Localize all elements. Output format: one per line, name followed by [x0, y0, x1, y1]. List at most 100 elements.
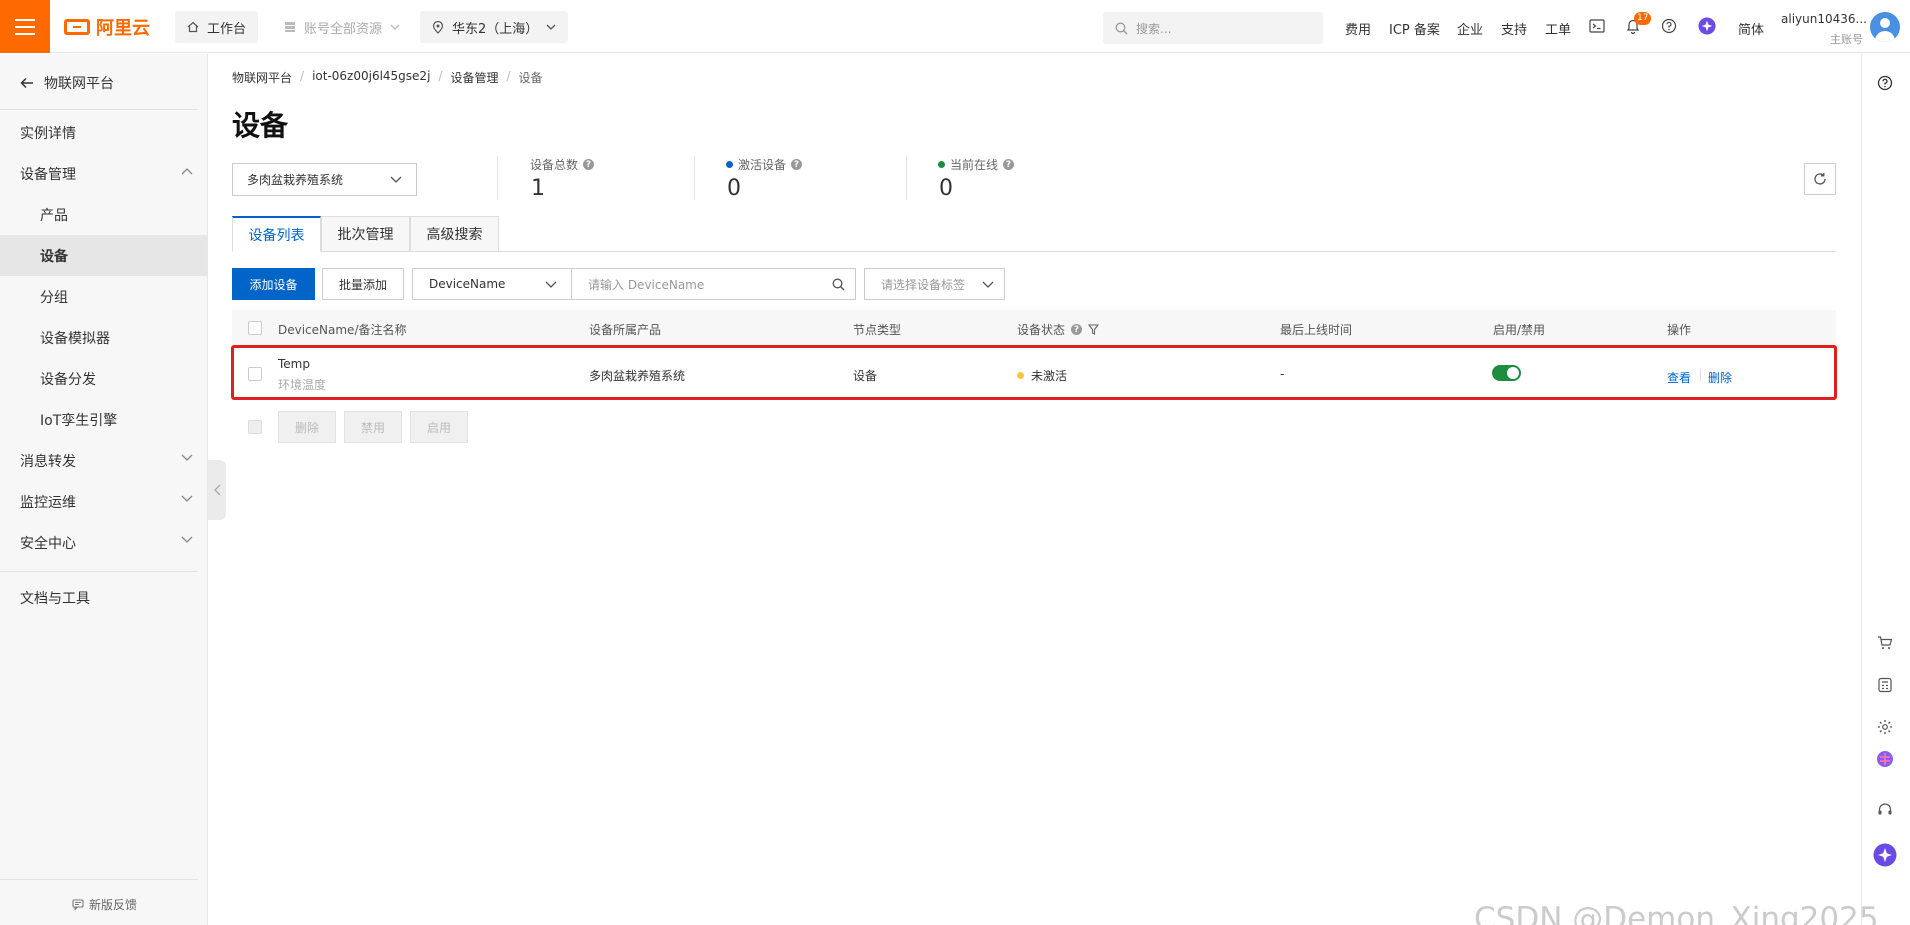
brain-icon[interactable]	[1876, 750, 1894, 768]
sidebar-divider	[0, 879, 198, 880]
batch-add-button[interactable]: 批量添加	[322, 268, 404, 300]
tab-device-list[interactable]: 设备列表	[232, 216, 321, 252]
sidebar-item-label: IoT孪生引擎	[40, 412, 118, 429]
sidebar-item-label: 安全中心	[20, 535, 76, 552]
add-device-button[interactable]: 添加设备	[232, 268, 315, 300]
ai-assistant-icon[interactable]	[1698, 17, 1716, 35]
notification-badge: 17	[1634, 12, 1652, 25]
table-header: DeviceName/备注名称 设备所属产品 节点类型 设备状态 ? 最后上线时…	[232, 310, 1836, 346]
sidebar-item-message-forwarding[interactable]: 消息转发	[0, 440, 207, 481]
help-icon[interactable]: ?	[791, 159, 803, 170]
sidebar-item-device-management[interactable]: 设备管理	[0, 153, 207, 194]
gear-icon[interactable]	[1876, 718, 1894, 736]
sidebar-item-label: 产品	[40, 207, 68, 224]
top-link-icp[interactable]: ICP 备案	[1389, 19, 1440, 38]
sidebar-item-device[interactable]: 设备	[0, 235, 207, 276]
column-header-node-type: 节点类型	[853, 323, 902, 337]
sidebar-back-link[interactable]: 物联网平台	[20, 73, 114, 93]
chevron-down-icon	[181, 454, 193, 461]
sidebar-item-product[interactable]: 产品	[0, 194, 207, 235]
tab-bar: 设备列表 批次管理 高级搜索	[232, 216, 1836, 252]
device-tag-select[interactable]: 请选择设备标签	[864, 268, 1005, 300]
refresh-button[interactable]	[1804, 163, 1836, 195]
help-icon[interactable]	[1876, 74, 1894, 92]
device-search-input[interactable]: 请输入 DeviceName	[571, 268, 856, 300]
select-all-checkbox[interactable]	[248, 321, 262, 335]
sidebar-item-device-distribution[interactable]: 设备分发	[0, 358, 207, 399]
account-resources-select[interactable]: 账号全部资源	[272, 11, 412, 43]
product-select[interactable]: 多肉盆栽养殖系统	[232, 163, 417, 196]
region-label: 华东2（上海）	[452, 21, 539, 37]
column-header-device-name: DeviceName/备注名称	[278, 323, 407, 337]
avatar[interactable]	[1870, 12, 1900, 42]
chevron-down-icon	[545, 281, 557, 288]
top-link-support[interactable]: 支持	[1501, 19, 1527, 38]
chevron-left-icon	[213, 484, 220, 496]
top-link-billing[interactable]: 费用	[1345, 19, 1371, 38]
user-role: 主账号	[1830, 33, 1863, 46]
logo-text: 阿里云	[96, 18, 150, 39]
breadcrumb: 物联网平台 / iot-06z00j6l45gse2j / 设备管理 / 设备	[232, 69, 543, 86]
right-rail	[1861, 54, 1910, 925]
sidebar-item-device-simulator[interactable]: 设备模拟器	[0, 317, 207, 358]
feedback-link[interactable]: 新版反馈	[72, 896, 137, 913]
chevron-down-icon	[982, 281, 994, 288]
stat-online-label: 当前在线 ?	[938, 156, 1015, 173]
user-name[interactable]: aliyun10436...	[1781, 12, 1867, 26]
stat-divider	[497, 156, 498, 200]
bulk-select-checkbox[interactable]	[248, 420, 262, 434]
sidebar-item-label: 文档与工具	[20, 590, 90, 607]
ai-assistant-icon[interactable]	[1873, 843, 1897, 867]
sidebar-collapse-handle[interactable]	[208, 460, 226, 520]
global-search-placeholder: 搜索...	[1136, 21, 1172, 36]
top-link-enterprise[interactable]: 企业	[1457, 19, 1483, 38]
workbench-label: 工作台	[207, 21, 247, 37]
device-tag-placeholder: 请选择设备标签	[881, 277, 966, 292]
column-header-actions: 操作	[1667, 323, 1692, 337]
chevron-down-icon	[181, 536, 193, 543]
filter-icon[interactable]	[1088, 324, 1100, 335]
sidebar-item-monitoring[interactable]: 监控运维	[0, 481, 207, 522]
region-select[interactable]: 华东2（上海）	[420, 11, 569, 43]
account-resources-label: 账号全部资源	[304, 21, 383, 37]
breadcrumb-item[interactable]: iot-06z00j6l45gse2j	[312, 69, 430, 86]
tab-advanced-search[interactable]: 高级搜索	[410, 216, 499, 252]
tab-batch-management[interactable]: 批次管理	[321, 216, 410, 252]
chevron-up-icon	[181, 168, 193, 175]
status-dot-icon	[938, 161, 945, 168]
help-icon[interactable]: ?	[1071, 324, 1083, 335]
help-icon[interactable]: ?	[583, 159, 595, 170]
sidebar-item-label: 设备分发	[40, 371, 96, 388]
headset-icon[interactable]	[1876, 801, 1894, 819]
sidebar-item-label: 设备管理	[20, 166, 76, 183]
stat-total-label: 设备总数 ?	[530, 156, 595, 173]
terminal-icon[interactable]	[1588, 17, 1606, 35]
help-icon[interactable]: ?	[1003, 159, 1015, 170]
home-icon	[187, 21, 199, 33]
bulk-disable-button[interactable]: 禁用	[344, 411, 402, 443]
sidebar-item-docs-tools[interactable]: 文档与工具	[0, 577, 207, 618]
logo[interactable]: 阿里云	[64, 14, 150, 40]
search-field-select[interactable]: DeviceName	[412, 268, 572, 300]
breadcrumb-item[interactable]: 物联网平台	[232, 69, 292, 86]
top-link-ticket[interactable]: 工单	[1545, 19, 1571, 38]
workbench-button[interactable]: 工作台	[175, 11, 259, 43]
cart-icon[interactable]	[1876, 634, 1894, 652]
top-bar: 阿里云 工作台 账号全部资源 华东2（上海） 搜索... 费用 ICP 备案 企…	[0, 0, 1910, 53]
sidebar-item-security-center[interactable]: 安全中心	[0, 522, 207, 563]
sidebar-item-group[interactable]: 分组	[0, 276, 207, 317]
menu-button[interactable]	[0, 0, 50, 53]
global-search-input[interactable]: 搜索...	[1103, 12, 1323, 44]
search-icon	[1115, 22, 1128, 34]
language-switch[interactable]: 简体	[1738, 19, 1764, 38]
calculator-icon[interactable]	[1876, 676, 1894, 694]
breadcrumb-item[interactable]: 设备管理	[450, 69, 498, 86]
sidebar-item-iot-twin-engine[interactable]: IoT孪生引擎	[0, 399, 207, 440]
sidebar-item-instance-details[interactable]: 实例详情	[0, 112, 207, 153]
bulk-enable-button[interactable]: 启用	[410, 411, 468, 443]
stat-active-value: 0	[727, 176, 741, 201]
help-icon[interactable]	[1660, 17, 1678, 35]
search-icon[interactable]	[832, 278, 845, 291]
bulk-delete-button[interactable]: 删除	[278, 411, 336, 443]
stat-total-value: 1	[531, 176, 545, 201]
